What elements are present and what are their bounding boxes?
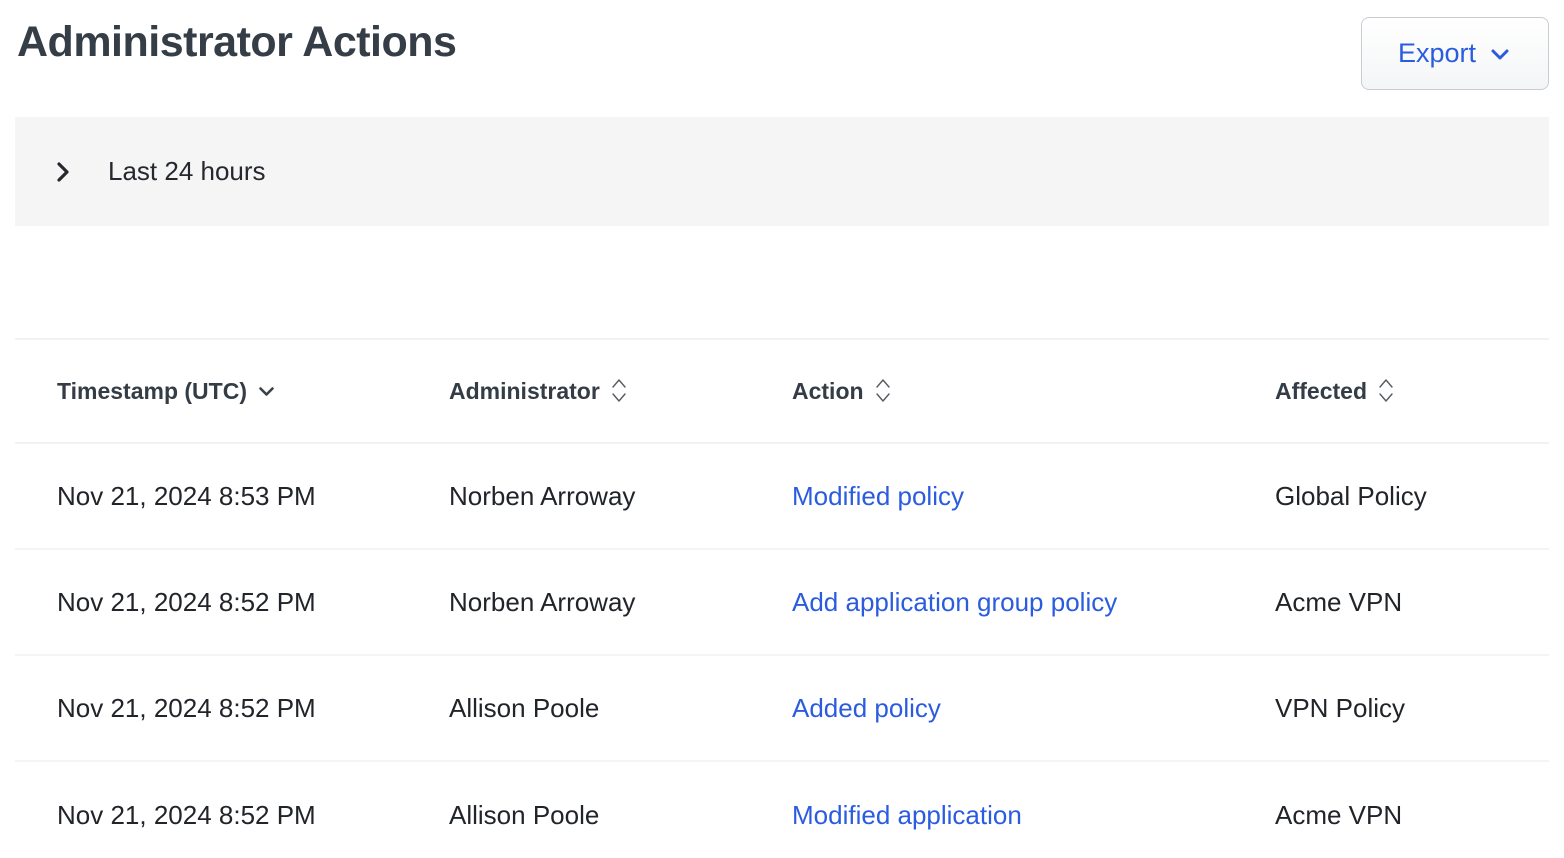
action-link[interactable]: Modified policy — [792, 481, 964, 511]
action-link[interactable]: Modified application — [792, 800, 1022, 830]
table-row: Nov 21, 2024 8:52 PM Allison Poole Added… — [15, 656, 1549, 762]
admin-actions-page: Administrator Actions Export Last 24 hou… — [0, 0, 1564, 858]
timestamp-cell: Nov 21, 2024 8:52 PM — [57, 587, 449, 618]
table-row: Nov 21, 2024 8:52 PM Allison Poole Modif… — [15, 762, 1549, 858]
administrator-cell: Allison Poole — [449, 800, 792, 831]
affected-cell: Acme VPN — [1275, 587, 1549, 618]
timestamp-cell: Nov 21, 2024 8:52 PM — [57, 693, 449, 724]
sort-carets-icon — [874, 377, 892, 405]
column-header-label: Administrator — [449, 378, 600, 405]
export-button[interactable]: Export — [1361, 17, 1549, 90]
timestamp-cell: Nov 21, 2024 8:53 PM — [57, 481, 449, 512]
column-header-label: Action — [792, 378, 864, 405]
chevron-down-icon — [257, 382, 276, 401]
filter-bar-last-24-hours[interactable]: Last 24 hours — [15, 117, 1549, 226]
sort-carets-icon — [610, 377, 628, 405]
administrator-cell: Norben Arroway — [449, 587, 792, 618]
action-link[interactable]: Add application group policy — [792, 587, 1117, 617]
column-header-label: Timestamp (UTC) — [57, 378, 247, 405]
export-button-label: Export — [1398, 38, 1476, 69]
timestamp-cell: Nov 21, 2024 8:52 PM — [57, 800, 449, 831]
page-header: Administrator Actions Export — [15, 0, 1549, 117]
chevron-right-icon[interactable] — [52, 159, 74, 185]
action-link[interactable]: Added policy — [792, 693, 941, 723]
column-header-affected[interactable]: Affected — [1275, 377, 1549, 405]
affected-cell: Acme VPN — [1275, 800, 1549, 831]
table-header-row: Timestamp (UTC) Administrator Action — [15, 338, 1549, 444]
column-header-action[interactable]: Action — [792, 377, 1275, 405]
table-row: Nov 21, 2024 8:52 PM Norben Arroway Add … — [15, 550, 1549, 656]
administrator-cell: Norben Arroway — [449, 481, 792, 512]
affected-cell: Global Policy — [1275, 481, 1549, 512]
sort-carets-icon — [1377, 377, 1395, 405]
administrator-cell: Allison Poole — [449, 693, 792, 724]
affected-cell: VPN Policy — [1275, 693, 1549, 724]
chevron-down-icon — [1488, 42, 1512, 66]
table-row: Nov 21, 2024 8:53 PM Norben Arroway Modi… — [15, 444, 1549, 550]
column-header-administrator[interactable]: Administrator — [449, 377, 792, 405]
column-header-label: Affected — [1275, 378, 1367, 405]
column-header-timestamp[interactable]: Timestamp (UTC) — [57, 378, 449, 405]
admin-actions-table: Timestamp (UTC) Administrator Action — [15, 338, 1549, 858]
filter-label: Last 24 hours — [108, 156, 266, 187]
page-title: Administrator Actions — [15, 17, 456, 69]
